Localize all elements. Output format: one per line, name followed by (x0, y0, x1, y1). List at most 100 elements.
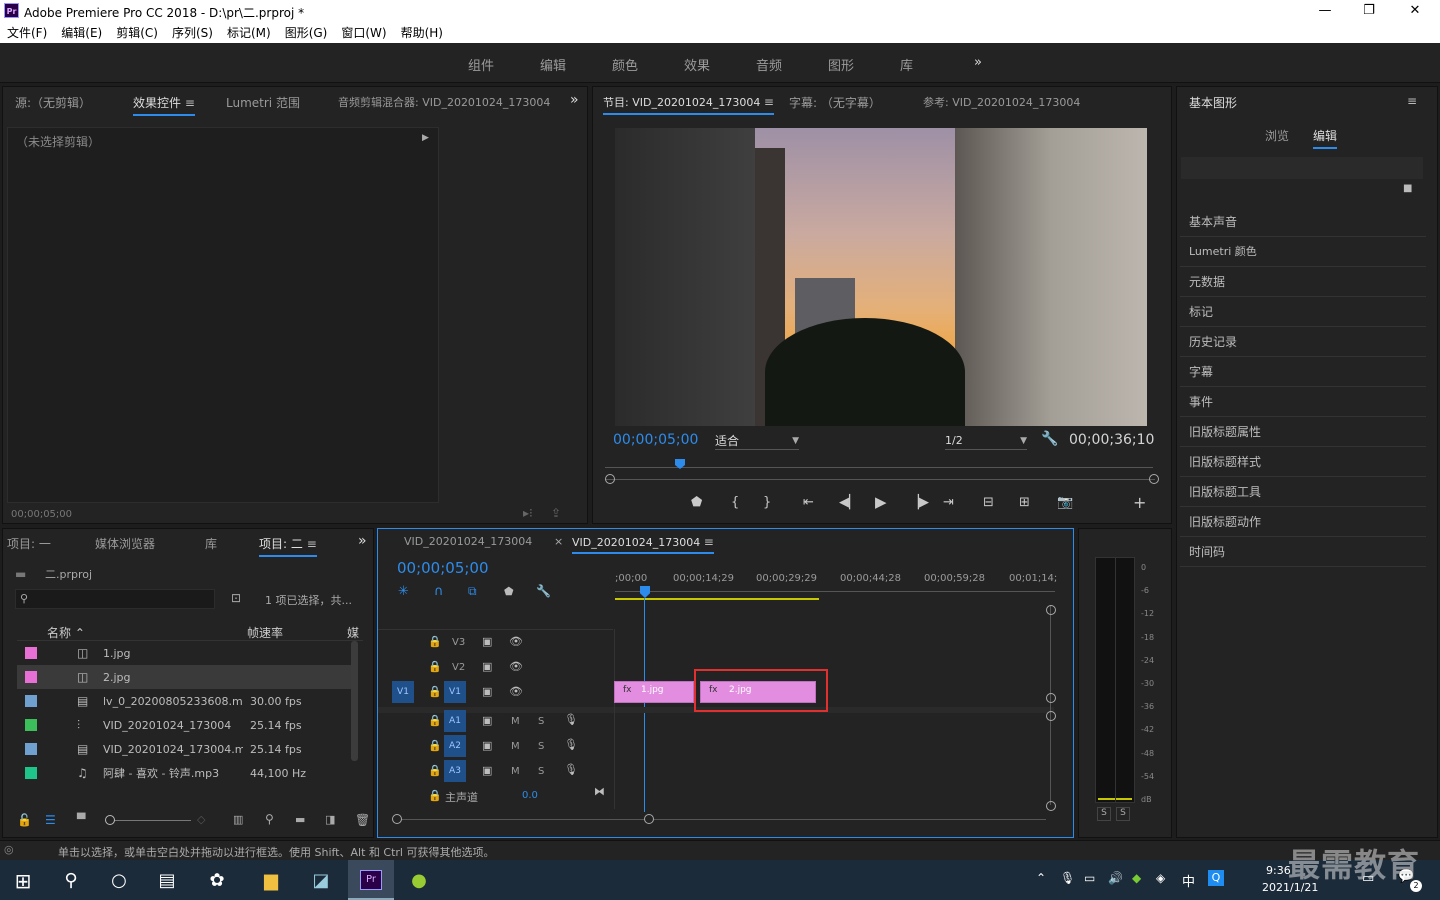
track-target-a3[interactable]: A3 (444, 760, 466, 782)
tab-audio-clip-mixer[interactable]: 音频剪辑混合器: VID_20201024_173004 (338, 94, 550, 110)
menu-markers[interactable]: 标记(M) (227, 24, 271, 41)
sync-lock-icon[interactable]: ▣ (482, 714, 492, 727)
vertical-zoom-handle[interactable] (1046, 605, 1056, 615)
menu-file[interactable]: 文件(F) (7, 24, 47, 41)
timeline-settings-icon[interactable]: 🔧 (536, 584, 551, 598)
track-area[interactable] (614, 629, 1050, 809)
sync-lock-icon[interactable]: ▣ (482, 685, 492, 698)
nvidia-icon[interactable]: ◆ (1132, 871, 1141, 885)
panel-history[interactable]: 历史记录 (1180, 327, 1426, 357)
new-item-icon[interactable]: ◨ (325, 813, 335, 826)
panel-menu-icon[interactable]: ≡ (704, 535, 714, 549)
panel-menu-icon[interactable]: ≡ (185, 96, 195, 110)
step-back-icon[interactable]: ◀▏ (839, 495, 859, 510)
workspace-overflow[interactable]: » (974, 55, 982, 70)
workspace-audio[interactable]: 音频 (756, 55, 782, 74)
track-target-v1[interactable]: V1 (444, 681, 466, 703)
volume-icon[interactable]: 🔊 (1108, 871, 1123, 885)
solo-left-button[interactable]: S (1097, 807, 1111, 821)
label-color-swatch[interactable] (25, 743, 37, 755)
tab-effect-controls[interactable]: 效果控件 ≡ (133, 94, 195, 116)
column-frame-rate[interactable]: 帧速率 (247, 624, 283, 641)
fit-dropdown[interactable]: 适合 ▼ (715, 432, 799, 450)
tab-project-one[interactable]: 项目: 一 (7, 535, 51, 552)
lock-icon[interactable]: 🔓 (17, 813, 32, 827)
windows-start-icon[interactable]: ⊞ (10, 868, 36, 894)
tab-project-two[interactable]: 项目: 二 ≡ (259, 535, 317, 557)
linked-selection-icon[interactable]: ⧉ (468, 584, 477, 599)
add-marker-icon[interactable]: ⬟ (504, 585, 514, 598)
menu-edit[interactable]: 编辑(E) (61, 24, 102, 41)
eye-icon[interactable]: 👁 (509, 635, 523, 648)
panel-menu-icon[interactable]: ≡ (1407, 94, 1417, 108)
panel-overflow-icon[interactable]: » (570, 92, 579, 108)
zoom-slider-handle[interactable] (105, 815, 115, 825)
show-hidden-icons[interactable]: ⌃ (1036, 871, 1046, 885)
eye-icon[interactable]: 👁 (509, 685, 523, 698)
program-time-ruler[interactable] (605, 467, 1153, 468)
program-playhead-timecode[interactable]: 00;00;05;00 (613, 432, 698, 448)
vertical-zoom-handle[interactable] (1046, 711, 1056, 721)
new-bin-icon[interactable]: ▬ (295, 813, 305, 826)
new-layer-icon[interactable]: ■ (1403, 183, 1412, 194)
panel-lumetri-color[interactable]: Lumetri 颜色 (1180, 237, 1426, 267)
project-list-item[interactable]: ⫶ VID_20201024_173004 25.14 fps (17, 713, 351, 737)
resolution-dropdown[interactable]: 1/2 ▼ (945, 432, 1027, 450)
premiere-taskbar-button[interactable]: Pr (348, 860, 394, 900)
microphone-icon[interactable]: 🎙 (564, 763, 578, 776)
workspace-graphics[interactable]: 图形 (828, 55, 854, 74)
tab-edit[interactable]: 编辑 (1313, 127, 1338, 149)
timeline-playhead-timecode[interactable]: 00;00;05;00 (397, 559, 489, 577)
ball-app-icon[interactable]: ● (406, 868, 432, 894)
notes-app-icon[interactable]: ◪ (308, 868, 334, 894)
menu-window[interactable]: 窗口(W) (341, 24, 386, 41)
track-lock-icon[interactable]: 🔒 (428, 764, 442, 777)
panel-legacy-title-tools[interactable]: 旧版标题工具 (1180, 477, 1426, 507)
panel-legacy-title-properties[interactable]: 旧版标题属性 (1180, 417, 1426, 447)
step-forward-icon[interactable]: ▕▶ (909, 495, 929, 510)
button-editor-icon[interactable]: + (1133, 493, 1146, 512)
go-to-in-icon[interactable]: ⇤ (803, 495, 814, 510)
project-scrollbar[interactable] (351, 641, 358, 761)
close-tab-icon[interactable]: × (554, 535, 563, 548)
workspace-color[interactable]: 颜色 (612, 55, 638, 74)
panel-essential-sound[interactable]: 基本声音 (1180, 207, 1426, 237)
track-lock-icon[interactable]: 🔒 (428, 789, 442, 802)
sync-lock-icon[interactable]: ▣ (482, 660, 492, 673)
column-media[interactable]: 媒 (347, 624, 359, 641)
eye-icon[interactable]: 👁 (509, 660, 523, 673)
nest-toggle-icon[interactable]: ✳ (398, 584, 409, 599)
mark-out-icon[interactable]: } (763, 495, 771, 510)
tab-libraries[interactable]: 库 (205, 535, 217, 552)
column-name[interactable]: 名称 ⌃ (47, 624, 85, 641)
workspace-editing[interactable]: 编辑 (540, 55, 566, 74)
work-area-bar[interactable] (615, 598, 819, 600)
track-target-a1[interactable]: A1 (444, 710, 466, 732)
workspace-effects[interactable]: 效果 (684, 55, 710, 74)
label-color-swatch[interactable] (25, 647, 37, 659)
menu-graphics[interactable]: 图形(G) (285, 24, 328, 41)
vertical-zoom-bar[interactable] (1050, 605, 1051, 805)
sync-lock-icon[interactable]: ▣ (482, 739, 492, 752)
network-icon[interactable]: ▭ (1084, 871, 1095, 885)
qq-icon[interactable]: Q (1208, 870, 1224, 886)
pinwheel-app-icon[interactable]: ✿ (204, 868, 230, 894)
icon-view-icon[interactable]: ▀ (77, 813, 85, 826)
tab-captions[interactable]: 字幕: （无字幕） (789, 94, 881, 111)
project-list-item[interactable]: ▤ lv_0_20200805233608.mp4 30.00 fps (17, 689, 351, 713)
label-color-swatch[interactable] (25, 719, 37, 731)
microphone-icon[interactable]: 🎙 (1060, 871, 1075, 885)
master-volume-value[interactable]: 0.0 (522, 790, 538, 801)
expand-arrow-icon[interactable]: ▶ (422, 133, 429, 143)
menu-sequence[interactable]: 序列(S) (172, 24, 213, 41)
timeline-ruler[interactable]: ;00;00 00;00;14;29 00;00;29;29 00;00;44;… (615, 569, 1057, 600)
panel-markers[interactable]: 标记 (1180, 297, 1426, 327)
panel-overflow-icon[interactable]: » (358, 533, 367, 549)
label-color-swatch[interactable] (25, 671, 37, 683)
find-icon[interactable]: ⚲ (265, 812, 274, 826)
go-to-end-icon[interactable]: ⧓ (594, 785, 605, 798)
sort-icon[interactable]: ◇ (197, 813, 205, 826)
export-frame-icon[interactable]: 📷 (1057, 495, 1073, 510)
panel-timecode[interactable]: 时间码 (1180, 537, 1426, 567)
mute-button[interactable]: M (511, 716, 520, 727)
